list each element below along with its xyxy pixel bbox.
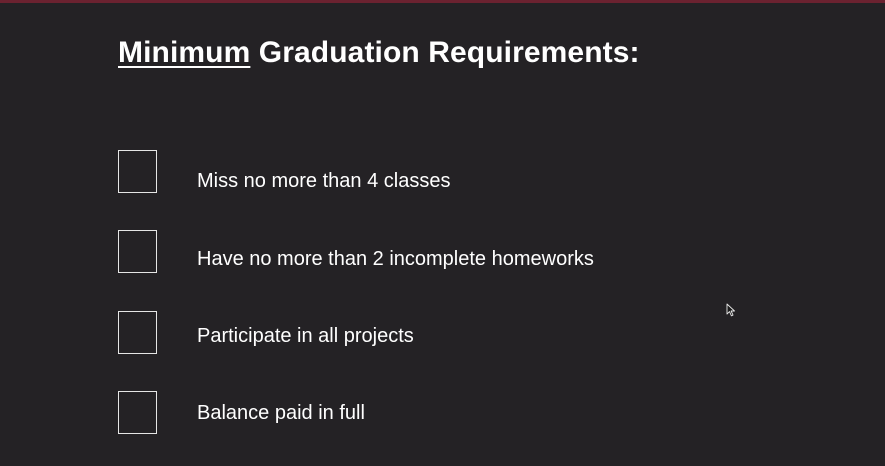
top-accent-rule [0,0,885,3]
requirement-label-balance: Balance paid in full [197,402,365,424]
mouse-pointer-icon [726,303,735,317]
requirement-item-attendance: Miss no more than 4 classes [118,150,718,196]
requirement-item-homework: Have no more than 2 incomplete homeworks [118,230,718,276]
title-emphasis: Minimum [118,36,251,69]
requirement-label-projects: Participate in all projects [197,325,414,347]
title-rest: Graduation Requirements: [250,36,640,69]
requirement-item-projects: Participate in all projects [118,311,718,357]
slide-title: Minimum Graduation Requirements: [118,36,640,70]
requirement-item-balance: Balance paid in full [118,391,718,437]
checkbox-homework[interactable] [118,230,157,273]
slide: Minimum Graduation Requirements: Miss no… [0,0,885,466]
checkbox-projects[interactable] [118,311,157,354]
checkbox-balance[interactable] [118,391,157,434]
requirement-label-attendance: Miss no more than 4 classes [197,170,451,192]
checkbox-attendance[interactable] [118,150,157,193]
requirement-label-homework: Have no more than 2 incomplete homeworks [197,248,594,270]
